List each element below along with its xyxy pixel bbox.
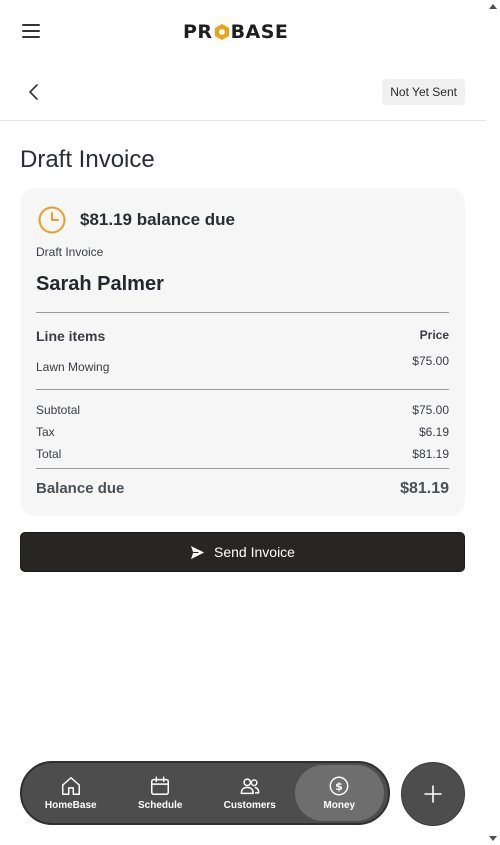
total-value: $81.19 — [412, 447, 449, 461]
clock-icon — [38, 206, 66, 234]
back-button[interactable] — [24, 82, 44, 102]
line-items-header: Line items — [36, 328, 106, 344]
hamburger-icon-line — [22, 24, 40, 26]
send-icon — [190, 545, 205, 559]
hamburger-icon-line — [22, 36, 40, 38]
add-button[interactable] — [401, 762, 465, 826]
tax-label: Tax — [36, 425, 55, 439]
scroll-down-icon[interactable] — [489, 836, 497, 841]
nav-label: Money — [323, 800, 356, 811]
invoice-type-label: Draft Invoice — [36, 245, 104, 259]
subtotal-row: Subtotal $75.00 — [36, 403, 449, 417]
subtotal-label: Subtotal — [36, 403, 81, 417]
dollar-circle-icon: $ — [329, 776, 349, 796]
nav-item-customers[interactable]: Customers — [205, 765, 295, 821]
bottom-nav: HomeBase Schedule Customers $ Money — [20, 761, 390, 825]
invoice-card: $81.19 balance due Draft Invoice Sarah P… — [20, 188, 465, 516]
divider — [36, 312, 449, 313]
logo-hexagon-icon — [214, 24, 229, 40]
probase-logo[interactable]: PR BASE — [183, 20, 288, 44]
calendar-icon — [151, 776, 170, 795]
subtotal-value: $75.00 — [412, 403, 449, 417]
scroll-up-icon[interactable] — [489, 4, 497, 9]
top-bar: PR BASE — [0, 0, 486, 64]
balance-due-heading: $81.19 balance due — [80, 210, 235, 229]
divider — [36, 468, 449, 469]
sub-header: Not Yet Sent — [0, 64, 486, 121]
page-title: Draft Invoice — [20, 146, 155, 173]
balance-due-label: Balance due — [36, 480, 125, 497]
app-page: PR BASE Not Yet Sent Draft Invoice $81.1… — [0, 0, 486, 845]
line-item-name: Lawn Mowing — [36, 360, 110, 374]
plus-icon — [424, 785, 442, 803]
nav-item-schedule[interactable]: Schedule — [116, 765, 206, 821]
line-item-row[interactable]: Lawn Mowing $75.00 — [36, 354, 449, 374]
divider — [36, 389, 449, 390]
home-icon — [61, 777, 80, 795]
chevron-left-icon — [29, 84, 38, 100]
hamburger-icon-line — [22, 30, 40, 32]
nav-item-homebase[interactable]: HomeBase — [26, 765, 116, 821]
logo-text-right: BASE — [230, 21, 289, 43]
customer-name[interactable]: Sarah Palmer — [36, 273, 164, 296]
nav-label: HomeBase — [44, 800, 97, 811]
price-header: Price — [419, 328, 449, 342]
nav-item-money[interactable]: $ Money — [294, 765, 384, 821]
line-item-price: $75.00 — [412, 354, 449, 368]
line-items-header-row: Line items Price — [36, 328, 449, 344]
logo-text-left: PR — [183, 21, 213, 43]
nav-label: Customers — [223, 800, 276, 811]
balance-due-row: Balance due $81.19 — [36, 480, 449, 498]
scrollbar[interactable] — [486, 0, 500, 845]
tax-value: $6.19 — [418, 425, 449, 439]
send-invoice-button[interactable]: Send Invoice — [20, 532, 465, 572]
total-row: Total $81.19 — [36, 447, 449, 461]
status-badge: Not Yet Sent — [382, 79, 465, 105]
tax-row: Tax $6.19 — [36, 425, 449, 439]
balance-due-value: $81.19 — [400, 480, 449, 497]
svg-text:$: $ — [335, 780, 343, 793]
menu-button[interactable] — [22, 24, 42, 40]
total-label: Total — [36, 447, 62, 461]
send-invoice-label: Send Invoice — [214, 544, 295, 560]
users-icon — [240, 778, 260, 795]
nav-label: Schedule — [138, 800, 183, 811]
